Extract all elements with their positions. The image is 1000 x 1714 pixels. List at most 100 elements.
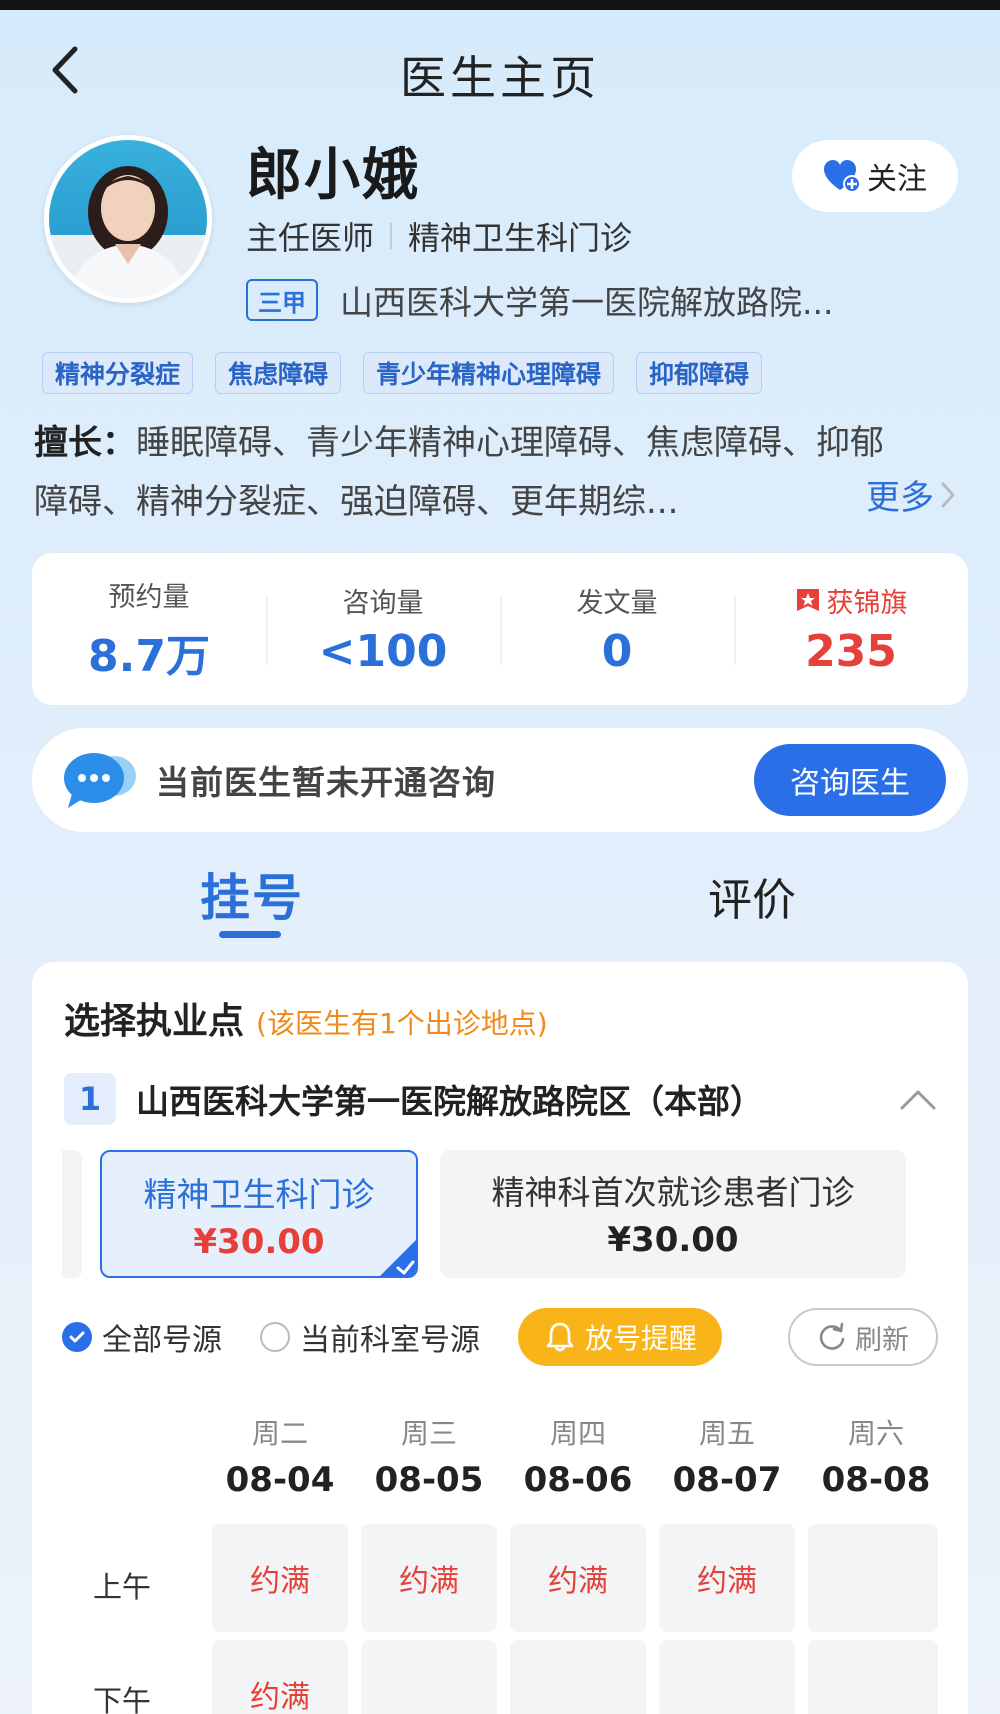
tag[interactable]: 青少年精神心理障碍 [363, 352, 615, 394]
stat-label: 预约量 [108, 581, 190, 613]
period-label-afternoon: 下午 [92, 1684, 151, 1714]
remind-label: 放号提醒 [584, 1322, 697, 1355]
radio-label: 当前科室号源 [300, 1323, 480, 1358]
slot-cell[interactable]: 约满 [212, 1640, 348, 1714]
hospital-name: 山西医科大学第一医院解放路院... [340, 283, 834, 322]
stat-banners[interactable]: 获锦旗 235 [734, 581, 968, 677]
flag-banner-icon [796, 588, 819, 611]
refresh-button[interactable]: 刷新 [788, 1308, 938, 1366]
stat-value: <100 [318, 626, 448, 677]
tab-active-indicator [219, 931, 281, 938]
tag[interactable]: 精神分裂症 [42, 352, 194, 394]
schedule-subtitle: (该医生有1个出诊地点) [256, 1007, 548, 1040]
chevron-right-icon [941, 482, 955, 507]
stat-value: 235 [805, 626, 897, 677]
day-header: 周六 08-08 [808, 1412, 944, 1500]
stat-label: 发文量 [576, 588, 658, 619]
specialty-line-1: 睡眠障碍、青少年精神心理障碍、焦虑障碍、抑郁 [136, 423, 884, 463]
day-week: 周六 [847, 1417, 904, 1450]
more-label: 更多 [866, 478, 934, 518]
slot-cell[interactable] [659, 1640, 795, 1714]
clinic-name: 精神卫生科门诊 [143, 1175, 375, 1214]
more-link[interactable]: 更多 [866, 470, 956, 519]
day-date: 08-04 [225, 1460, 335, 1500]
stat-label: 获锦旗 [826, 588, 908, 619]
doctor-avatar[interactable] [44, 135, 212, 303]
heart-plus-icon [824, 160, 861, 193]
slot-cell[interactable] [361, 1640, 497, 1714]
day-date: 08-08 [821, 1460, 931, 1500]
clinic-name: 精神科首次就诊患者门诊 [491, 1173, 855, 1212]
location-row[interactable]: 1 山西医科大学第一医院解放路院区（本部） [64, 1072, 938, 1126]
specialty-line-2: 障碍、精神分裂症、强迫障碍、更年期综... [34, 482, 679, 522]
schedule-title: 选择执业点 [64, 1001, 245, 1042]
radio-label: 全部号源 [102, 1323, 222, 1358]
chevron-up-icon[interactable] [898, 1080, 938, 1120]
day-week: 周五 [698, 1417, 755, 1450]
location-index: 1 [64, 1073, 116, 1125]
clinic-option-partial[interactable] [62, 1150, 82, 1278]
doctor-department: 精神卫生科门诊 [408, 219, 633, 257]
slot-cell[interactable]: 约满 [361, 1524, 497, 1632]
filter-row: 全部号源 当前科室号源 放号提醒 刷新 [62, 1308, 938, 1366]
clinic-option-selected[interactable]: 精神卫生科门诊 ¥30.00 [100, 1150, 418, 1278]
consult-banner: 当前医生暂未开通咨询 咨询医生 [32, 728, 968, 832]
location-name: 山西医科大学第一医院解放路院区（本部） [136, 1082, 763, 1121]
consult-status-text: 当前医生暂未开通咨询 [156, 763, 496, 802]
tab-bar: 挂号 评价 [0, 858, 1000, 938]
radio-unchecked-icon [260, 1322, 290, 1352]
radio-current-dept[interactable]: 当前科室号源 [260, 1315, 480, 1359]
chat-bubble-icon [62, 750, 138, 810]
refresh-label: 刷新 [855, 1324, 909, 1356]
stat-appointments[interactable]: 预约量 8.7万 [32, 575, 266, 684]
consult-doctor-button[interactable]: 咨询医生 [754, 744, 946, 816]
tag[interactable]: 抑郁障碍 [636, 352, 763, 394]
radio-all-sources[interactable]: 全部号源 [62, 1315, 222, 1359]
release-reminder-button[interactable]: 放号提醒 [518, 1308, 722, 1366]
divider [390, 223, 393, 249]
clinic-price: ¥30.00 [607, 1220, 739, 1260]
stat-label: 咨询量 [342, 588, 424, 619]
follow-label: 关注 [867, 162, 927, 197]
bell-icon [546, 1322, 574, 1352]
day-header: 周三 08-05 [361, 1412, 497, 1500]
header: 医生主页 [0, 10, 1000, 130]
page-title: 医生主页 [400, 51, 600, 105]
stats-card: 预约量 8.7万 咨询量 <100 发文量 0 获锦旗 235 [32, 553, 968, 705]
slot-cell[interactable]: 约满 [510, 1524, 646, 1632]
check-corner-icon [380, 1240, 416, 1276]
stat-value: 8.7万 [88, 630, 210, 682]
day-header: 周二 08-04 [212, 1412, 348, 1500]
tab-register[interactable]: 挂号 [200, 858, 304, 930]
status-bar [0, 0, 1000, 10]
doctor-name: 郎小娥 [246, 143, 420, 208]
slot-cell[interactable] [808, 1524, 938, 1632]
clinic-price: ¥30.00 [193, 1222, 325, 1262]
stat-consultations[interactable]: 咨询量 <100 [266, 581, 500, 677]
tag[interactable]: 焦虑障碍 [215, 352, 342, 394]
tab-review[interactable]: 评价 [708, 864, 796, 928]
stat-articles[interactable]: 发文量 0 [500, 581, 734, 677]
refresh-icon [819, 1322, 845, 1350]
schedule-card: 选择执业点 (该医生有1个出诊地点) 1 山西医科大学第一医院解放路院区（本部）… [32, 962, 968, 1714]
radio-checked-icon [62, 1322, 92, 1352]
clinic-selector: 精神卫生科门诊 ¥30.00 精神科首次就诊患者门诊 ¥30.00 [62, 1150, 938, 1278]
specialty-label: 擅长： [34, 423, 136, 463]
hospital-line[interactable]: 三甲 山西医科大学第一医院解放路院... [246, 276, 833, 324]
schedule-title-row: 选择执业点 (该医生有1个出诊地点) [64, 992, 548, 1044]
day-week: 周四 [549, 1417, 606, 1450]
period-label-morning: 上午 [92, 1570, 151, 1604]
slot-cell[interactable] [510, 1640, 646, 1714]
slot-cell[interactable]: 约满 [659, 1524, 795, 1632]
slot-cell[interactable] [808, 1640, 938, 1714]
doctor-title-line: 主任医师 精神卫生科门诊 [246, 213, 632, 259]
stat-value: 0 [601, 626, 633, 677]
follow-button[interactable]: 关注 [792, 140, 958, 212]
day-header: 周五 08-07 [659, 1412, 795, 1500]
day-date: 08-05 [374, 1460, 484, 1500]
slot-cell[interactable]: 约满 [212, 1524, 348, 1632]
hospital-level-badge: 三甲 [246, 279, 318, 321]
clinic-option[interactable]: 精神科首次就诊患者门诊 ¥30.00 [440, 1150, 906, 1278]
day-week: 周二 [251, 1417, 308, 1450]
specialty-text: 擅长：睡眠障碍、青少年精神心理障碍、焦虑障碍、抑郁 障碍、精神分裂症、强迫障碍、… [34, 414, 974, 532]
